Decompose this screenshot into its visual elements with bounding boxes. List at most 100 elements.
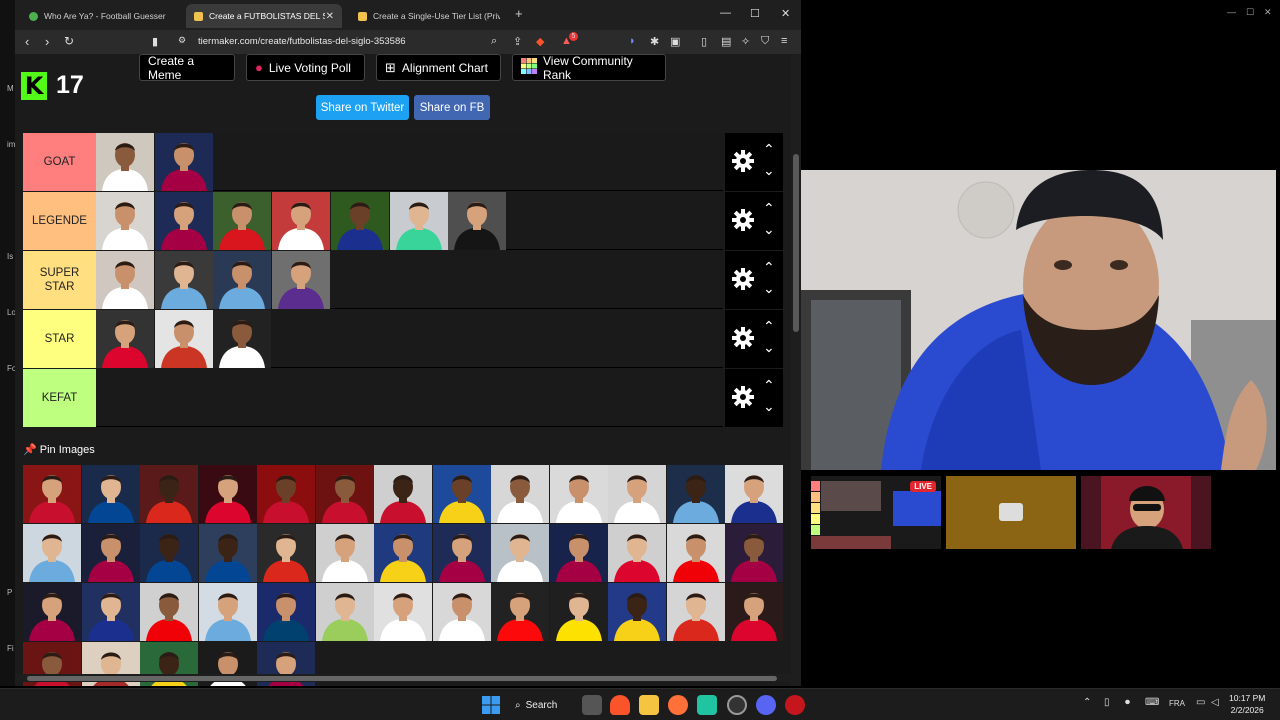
- tier-settings-gear-icon[interactable]: [730, 384, 756, 410]
- scrollbar-thumb[interactable]: [793, 154, 799, 332]
- player-card[interactable]: [140, 524, 198, 582]
- extension-icon[interactable]: ◗: [629, 35, 636, 47]
- vpn-icon[interactable]: ⛉: [761, 35, 769, 48]
- leo-ai-icon[interactable]: ✧: [741, 35, 750, 48]
- windows-start-icon[interactable]: [481, 695, 501, 715]
- bookmark-icon[interactable]: ▮: [152, 35, 158, 48]
- move-tier-down-icon[interactable]: ⌃: [763, 338, 775, 355]
- network-icon[interactable]: ▭: [1196, 697, 1205, 708]
- player-card[interactable]: [491, 583, 549, 641]
- sidebar-icon[interactable]: ▯: [701, 35, 707, 48]
- tab-futbolistas[interactable]: Create a FUTBOLISTAS DEL SIGLO ✕: [186, 4, 342, 28]
- tier-drop-zone[interactable]: [96, 310, 723, 368]
- close-window-icon[interactable]: ✕: [781, 7, 790, 20]
- screenshot-icon[interactable]: ▣: [670, 35, 680, 48]
- move-tier-up-icon[interactable]: ⌃: [763, 318, 775, 335]
- move-tier-up-icon[interactable]: ⌃: [763, 377, 775, 394]
- player-card[interactable]: [257, 524, 315, 582]
- tier-label[interactable]: LEGENDE: [23, 192, 96, 250]
- back-icon[interactable]: ‹: [25, 34, 29, 49]
- minimize-icon[interactable]: —: [720, 7, 731, 19]
- extensions-icon[interactable]: ✱: [650, 35, 659, 48]
- player-card[interactable]: [198, 524, 257, 582]
- share-facebook-button[interactable]: Share on FB: [414, 95, 490, 120]
- close-tab-icon[interactable]: ✕: [326, 11, 334, 22]
- player-card[interactable]: [140, 583, 198, 641]
- minimize-icon[interactable]: —: [1227, 7, 1236, 17]
- player-card[interactable]: [432, 465, 491, 523]
- player-card[interactable]: [315, 583, 374, 641]
- player-card[interactable]: [96, 192, 154, 250]
- player-card[interactable]: [725, 524, 783, 582]
- player-card[interactable]: [81, 524, 140, 582]
- reload-icon[interactable]: ↻: [64, 34, 74, 48]
- player-card[interactable]: [154, 133, 213, 191]
- player-card[interactable]: [96, 133, 154, 191]
- player-card[interactable]: [23, 583, 81, 641]
- player-card[interactable]: [96, 251, 154, 309]
- player-card[interactable]: [374, 465, 432, 523]
- player-card[interactable]: [491, 524, 549, 582]
- player-card[interactable]: [154, 251, 213, 309]
- live-voting-poll-button[interactable]: ● Live Voting Poll: [246, 54, 365, 81]
- tier-drop-zone[interactable]: [96, 251, 723, 309]
- player-card[interactable]: [725, 465, 783, 523]
- zoom-icon[interactable]: ⌕: [491, 35, 497, 48]
- tier-settings-gear-icon[interactable]: [730, 207, 756, 233]
- player-card[interactable]: [549, 465, 608, 523]
- move-tier-down-icon[interactable]: ⌃: [763, 220, 775, 237]
- tier-drop-zone[interactable]: [96, 369, 723, 427]
- microphone-icon[interactable]: ⏺: [1125, 697, 1130, 708]
- player-card[interactable]: [23, 465, 81, 523]
- tier-settings-gear-icon[interactable]: [730, 325, 756, 351]
- player-card[interactable]: [81, 583, 140, 641]
- player-card[interactable]: [23, 524, 81, 582]
- move-tier-up-icon[interactable]: ⌃: [763, 200, 775, 217]
- tier-label[interactable]: KEFAT: [23, 369, 96, 427]
- tab-single-use-tier-list[interactable]: Create a Single-Use Tier List (Private: [350, 4, 508, 28]
- move-tier-down-icon[interactable]: ⌃: [763, 161, 775, 178]
- scrollbar-thumb[interactable]: [27, 676, 777, 681]
- keyboard-icon[interactable]: ⌨: [1145, 697, 1159, 708]
- recorder-icon[interactable]: [785, 695, 805, 715]
- move-tier-up-icon[interactable]: ⌃: [763, 259, 775, 276]
- player-card[interactable]: [198, 583, 257, 641]
- player-card[interactable]: [272, 251, 331, 309]
- vertical-scrollbar[interactable]: [791, 54, 801, 686]
- maximize-icon[interactable]: ☐: [750, 7, 760, 20]
- obs-studio-icon[interactable]: [727, 695, 747, 715]
- tab-who-are-ya[interactable]: Who Are Ya? - Football Guesser: [21, 4, 186, 28]
- tier-drop-zone[interactable]: [96, 133, 723, 191]
- player-card[interactable]: [140, 465, 198, 523]
- tier-label[interactable]: GOAT: [23, 133, 96, 191]
- move-tier-down-icon[interactable]: ⌃: [763, 279, 775, 296]
- volume-icon[interactable]: ◁: [1211, 697, 1219, 708]
- player-card[interactable]: [666, 583, 725, 641]
- show-hidden-icons-icon[interactable]: ⌃: [1083, 697, 1091, 708]
- menu-icon[interactable]: ≡: [781, 35, 787, 47]
- player-card[interactable]: [374, 583, 432, 641]
- discord-icon[interactable]: [756, 695, 776, 715]
- player-card[interactable]: [448, 192, 507, 250]
- move-tier-down-icon[interactable]: ⌃: [763, 397, 775, 414]
- brave-browser-icon[interactable]: [610, 695, 630, 715]
- player-card[interactable]: [96, 310, 154, 368]
- app-icon[interactable]: [697, 695, 717, 715]
- brave-shields-icon[interactable]: ◆: [536, 35, 544, 48]
- system-clock[interactable]: 10:17 PM 2/2/2026: [1229, 692, 1265, 716]
- player-card[interactable]: [154, 192, 213, 250]
- language-indicator[interactable]: FRA: [1169, 699, 1185, 708]
- player-card[interactable]: [81, 465, 140, 523]
- player-card[interactable]: [389, 192, 448, 250]
- player-card[interactable]: [491, 465, 549, 523]
- player-card[interactable]: [549, 583, 608, 641]
- forward-icon[interactable]: ›: [45, 34, 49, 49]
- player-card[interactable]: [608, 465, 666, 523]
- alignment-chart-button[interactable]: ⊞ Alignment Chart: [376, 54, 501, 81]
- site-settings-icon[interactable]: ⚙: [178, 35, 186, 46]
- player-card[interactable]: [213, 310, 272, 368]
- player-card[interactable]: [154, 310, 213, 368]
- player-card[interactable]: [257, 465, 315, 523]
- create-meme-button[interactable]: Create a Meme: [139, 54, 235, 82]
- player-card[interactable]: [725, 583, 783, 641]
